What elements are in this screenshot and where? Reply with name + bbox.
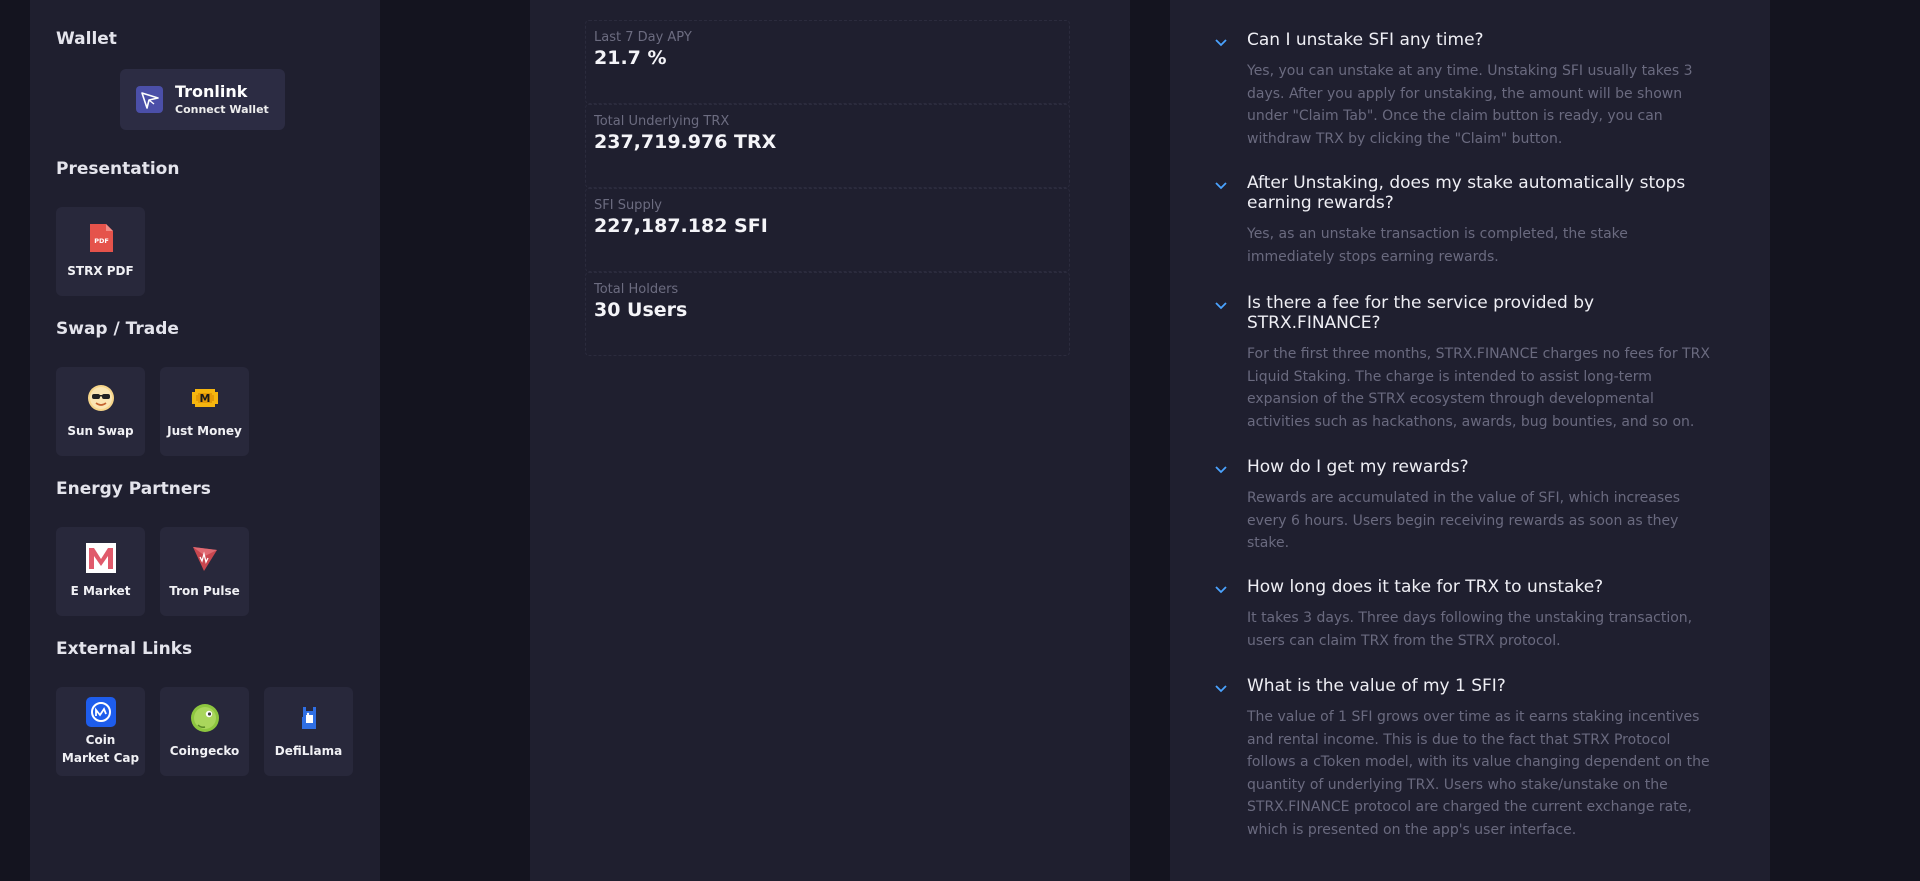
tile-label: STRX PDF bbox=[67, 264, 134, 278]
faq-panel: Can I unstake SFI any time? Yes, you can… bbox=[1170, 0, 1770, 881]
tile-label: Sun Swap bbox=[67, 424, 134, 438]
faq-item: Is there a fee for the service provided … bbox=[1215, 293, 1715, 433]
chevron-down-icon bbox=[1215, 586, 1227, 594]
chevron-down-icon bbox=[1215, 466, 1227, 474]
stats-panel: Last 7 Day APY 21.7 % Total Underlying T… bbox=[530, 0, 1130, 881]
coinmarketcap-icon bbox=[85, 696, 116, 727]
tile-label: DefiLlama bbox=[274, 744, 343, 758]
energy-section-title: Energy Partners bbox=[56, 479, 211, 499]
emarket-icon bbox=[85, 543, 116, 573]
tron-pulse-link[interactable]: Tron Pulse bbox=[160, 527, 249, 616]
chevron-down-icon bbox=[1215, 39, 1227, 47]
stat-holders: Total Holders 30 Users bbox=[585, 272, 1070, 356]
svg-text:M: M bbox=[199, 392, 210, 405]
stat-apy: Last 7 Day APY 21.7 % bbox=[585, 20, 1070, 104]
chevron-down-icon bbox=[1215, 685, 1227, 693]
faq-item: After Unstaking, does my stake automatic… bbox=[1215, 173, 1715, 268]
stat-label: Total Underlying TRX bbox=[594, 114, 730, 129]
faq-answer: Yes, as an unstake transaction is comple… bbox=[1247, 226, 1628, 265]
tile-label: E Market bbox=[70, 584, 131, 598]
pdf-icon: PDF bbox=[86, 223, 116, 253]
strx-pdf-link[interactable]: PDF STRX PDF bbox=[56, 207, 145, 296]
stat-label: SFI Supply bbox=[594, 198, 662, 213]
faq-question: What is the value of my 1 SFI? bbox=[1247, 676, 1506, 696]
e-market-link[interactable]: E Market bbox=[56, 527, 145, 616]
faq-item: How do I get my rewards? Rewards are acc… bbox=[1215, 457, 1715, 555]
faq-question: How do I get my rewards? bbox=[1247, 457, 1469, 477]
tronlink-icon bbox=[136, 86, 163, 113]
faq-question: After Unstaking, does my stake automatic… bbox=[1247, 173, 1686, 213]
coin-market-cap-link[interactable]: Coin Market Cap bbox=[56, 687, 145, 776]
faq-question: Can I unstake SFI any time? bbox=[1247, 30, 1484, 50]
faq-question: How long does it take for TRX to unstake… bbox=[1247, 577, 1604, 597]
tile-label: Just Money bbox=[167, 424, 242, 438]
coingecko-link[interactable]: Coingecko bbox=[160, 687, 249, 776]
faq-answer: Rewards are accumulated in the value of … bbox=[1247, 490, 1681, 551]
sidebar: Wallet Tronlink Connect Wallet Presentat… bbox=[30, 0, 380, 881]
tile-label: Coin Market Cap bbox=[61, 732, 140, 765]
faq-answer: Yes, you can unstake at any time. Unstak… bbox=[1247, 63, 1693, 147]
faq-question-toggle[interactable]: How do I get my rewards? bbox=[1215, 457, 1715, 477]
tile-label: Tron Pulse bbox=[169, 584, 240, 598]
tile-label: Coingecko bbox=[169, 744, 240, 758]
stat-sfi-supply: SFI Supply 227,187.182 SFI bbox=[585, 188, 1070, 272]
sun-swap-link[interactable]: Sun Swap bbox=[56, 367, 145, 456]
swap-section-title: Swap / Trade bbox=[56, 319, 179, 339]
faq-item: What is the value of my 1 SFI? The value… bbox=[1215, 676, 1715, 841]
just-money-link[interactable]: M Just Money bbox=[160, 367, 249, 456]
faq-item: Can I unstake SFI any time? Yes, you can… bbox=[1215, 30, 1715, 150]
wallet-section-title: Wallet bbox=[56, 29, 117, 49]
faq-question-toggle[interactable]: After Unstaking, does my stake automatic… bbox=[1215, 173, 1715, 213]
coingecko-icon bbox=[190, 703, 220, 733]
tronpulse-icon bbox=[190, 543, 220, 573]
stat-value: 237,719.976 TRX bbox=[594, 131, 777, 153]
wallet-name: Tronlink bbox=[175, 81, 248, 101]
faq-question-toggle[interactable]: What is the value of my 1 SFI? bbox=[1215, 676, 1715, 696]
defillama-icon bbox=[294, 703, 324, 733]
chevron-down-icon bbox=[1215, 302, 1227, 310]
wallet-action-label: Connect Wallet bbox=[175, 102, 269, 116]
connect-wallet-button[interactable]: Tronlink Connect Wallet bbox=[120, 69, 285, 130]
justmoney-icon: M bbox=[190, 383, 220, 413]
presentation-section-title: Presentation bbox=[56, 159, 180, 179]
faq-question-toggle[interactable]: How long does it take for TRX to unstake… bbox=[1215, 577, 1715, 597]
defillama-link[interactable]: DefiLlama bbox=[264, 687, 353, 776]
faq-answer: For the first three months, STRX.FINANCE… bbox=[1247, 346, 1710, 430]
stat-label: Last 7 Day APY bbox=[594, 30, 692, 45]
faq-answer: The value of 1 SFI grows over time as it… bbox=[1247, 709, 1710, 838]
faq-question-toggle[interactable]: Can I unstake SFI any time? bbox=[1215, 30, 1715, 50]
stat-value: 30 Users bbox=[594, 299, 688, 321]
sunswap-icon bbox=[86, 383, 116, 413]
faq-question: Is there a fee for the service provided … bbox=[1247, 293, 1595, 333]
stat-value: 227,187.182 SFI bbox=[594, 215, 768, 237]
faq-answer: It takes 3 days. Three days following th… bbox=[1247, 610, 1693, 649]
stat-label: Total Holders bbox=[594, 282, 679, 297]
stat-value: 21.7 % bbox=[594, 47, 667, 69]
stat-underlying-trx: Total Underlying TRX 237,719.976 TRX bbox=[585, 104, 1070, 188]
chevron-down-icon bbox=[1215, 182, 1227, 190]
faq-item: How long does it take for TRX to unstake… bbox=[1215, 577, 1715, 652]
faq-question-toggle[interactable]: Is there a fee for the service provided … bbox=[1215, 293, 1715, 333]
links-section-title: External Links bbox=[56, 639, 193, 659]
svg-text:PDF: PDF bbox=[94, 237, 109, 245]
